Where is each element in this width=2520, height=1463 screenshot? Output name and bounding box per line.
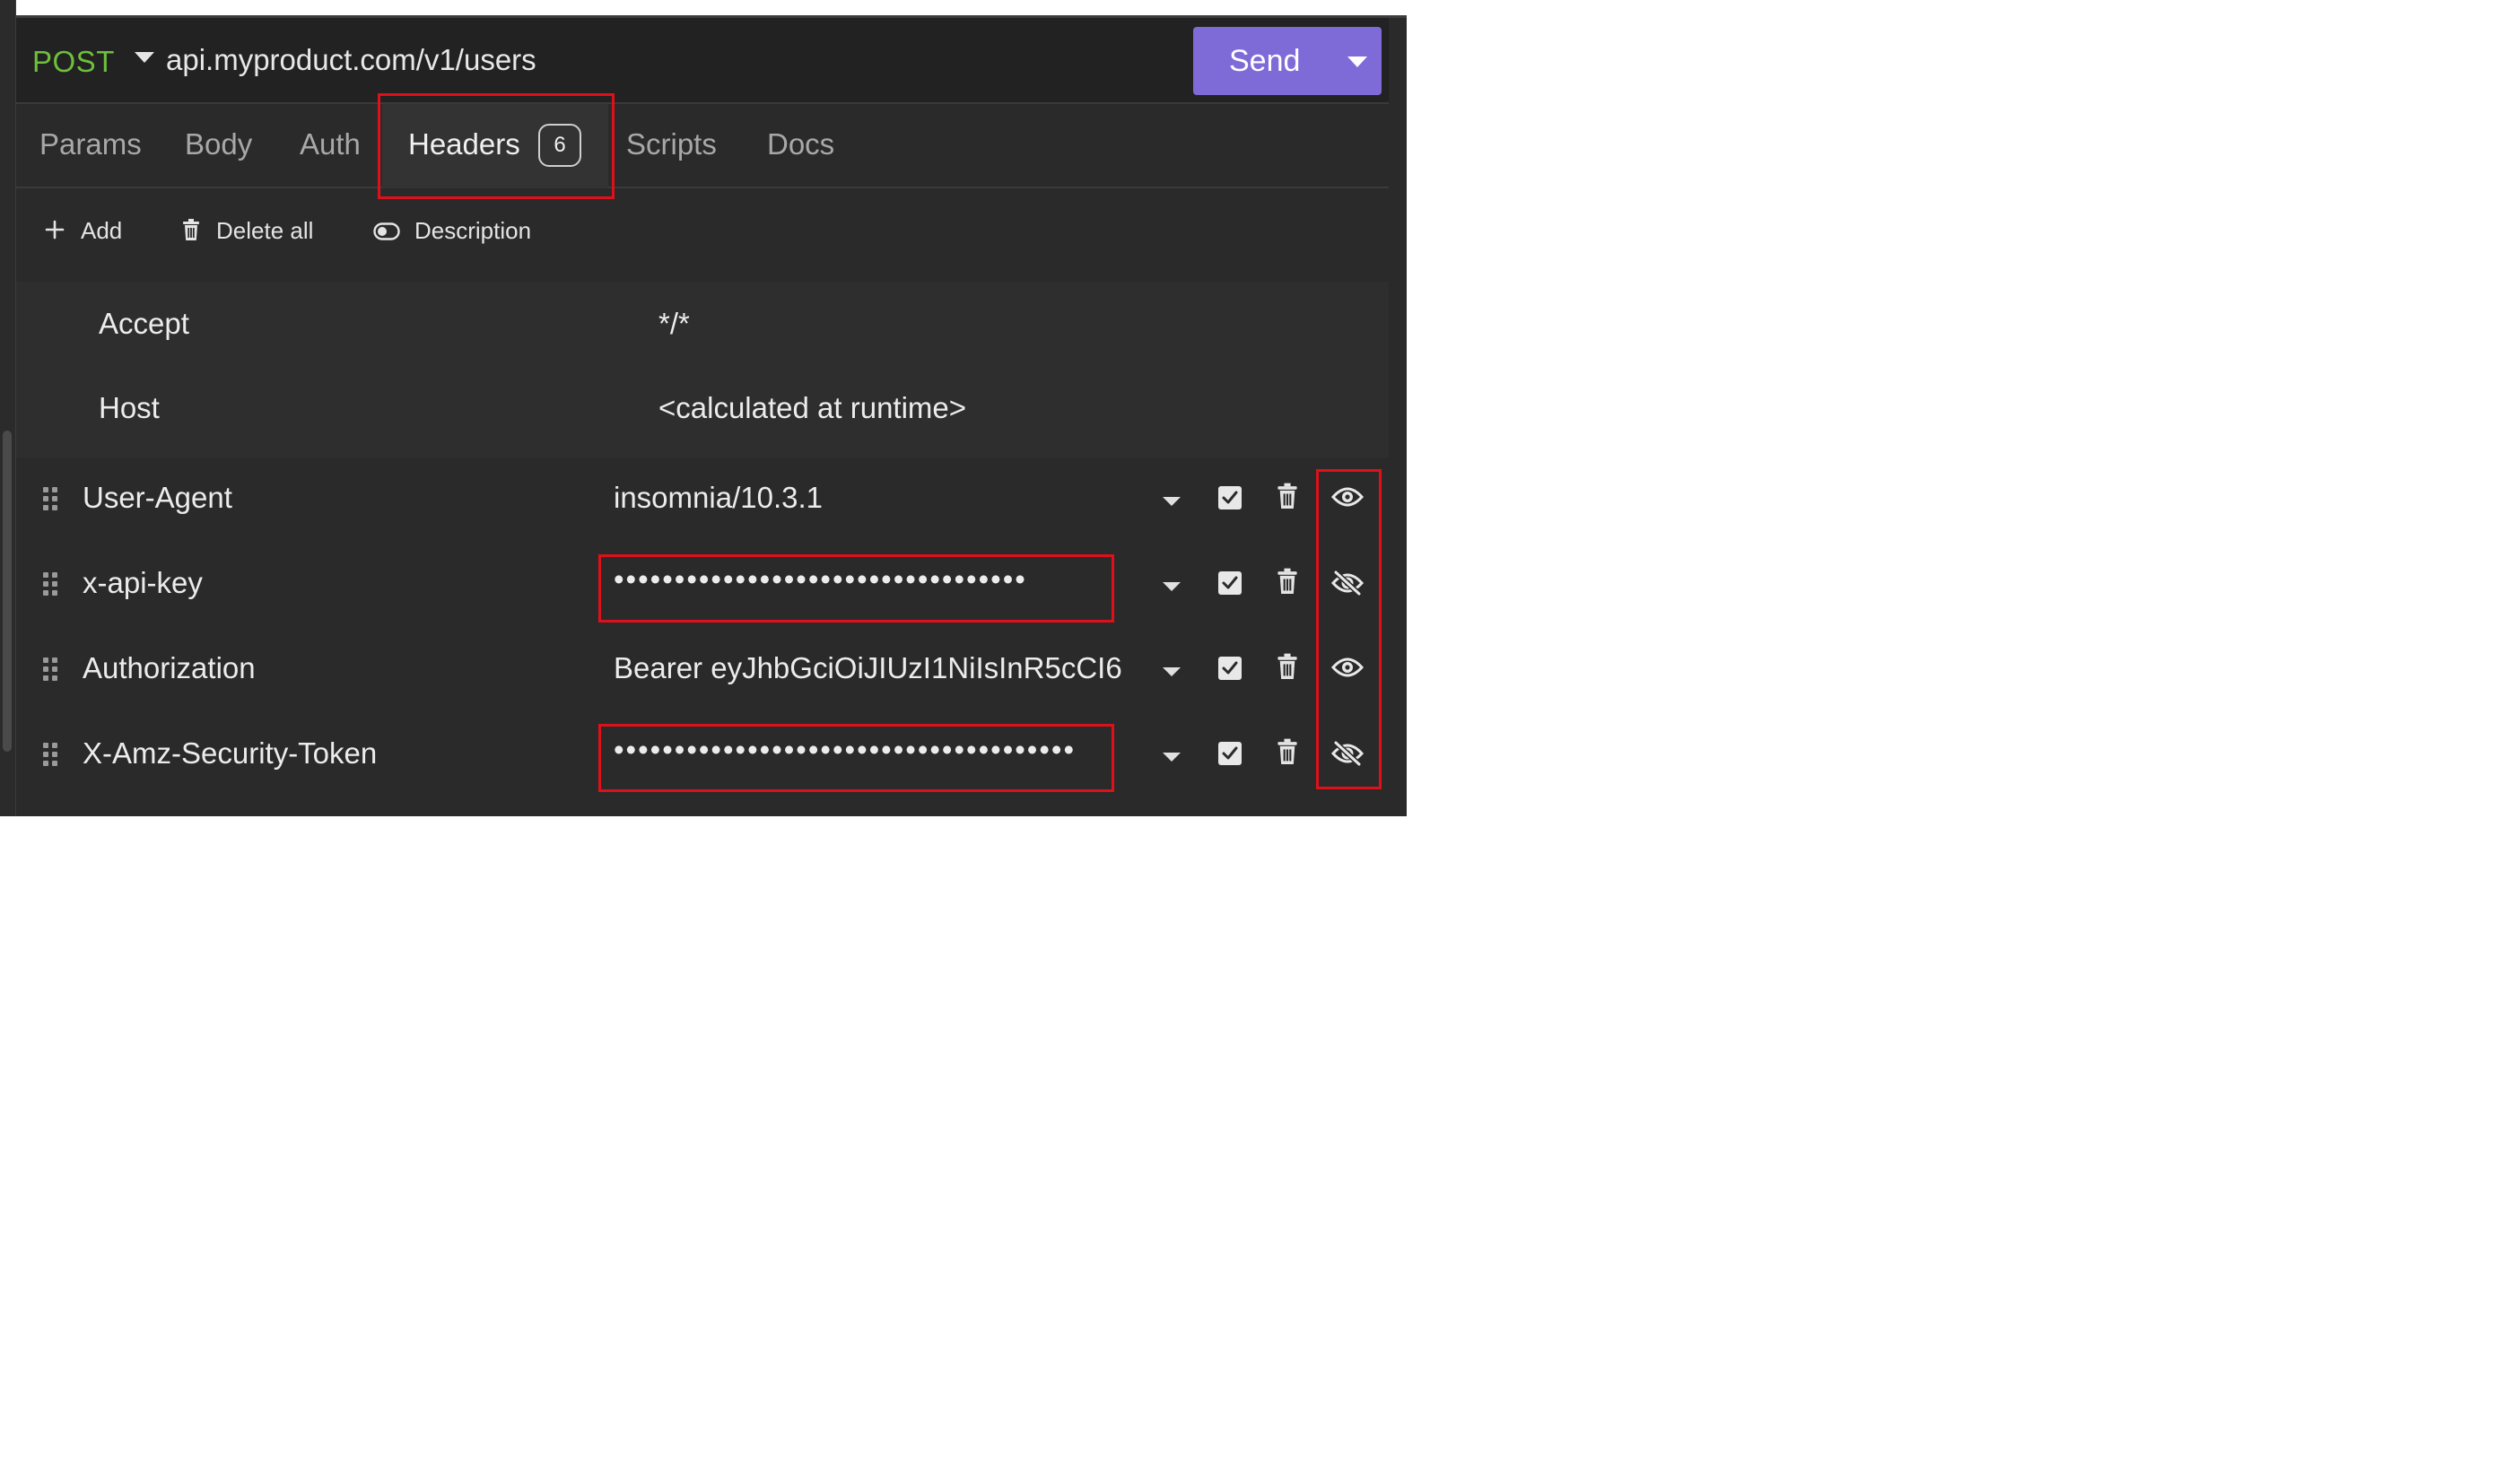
drag-handle-icon[interactable]	[43, 657, 57, 681]
eye-icon[interactable]	[1330, 655, 1365, 684]
tab-scripts[interactable]: Scripts	[626, 127, 717, 161]
enable-checkbox[interactable]	[1218, 742, 1242, 765]
readonly-header-value: <calculated at runtime>	[658, 391, 967, 424]
method-dropdown-caret-icon[interactable]	[135, 52, 154, 63]
header-value-input[interactable]: insomnia/10.3.1	[614, 481, 1130, 515]
header-value-masked-input[interactable]: ••••••••••••••••••••••••••••••••••	[614, 562, 1130, 597]
request-tabs: Params Body Auth Headers 6 Scripts Docs	[16, 104, 1389, 188]
send-button[interactable]: Send	[1193, 27, 1382, 95]
header-value-input[interactable]: Bearer eyJhbGciOiJIUzI1NiIsInR5cCI6	[614, 651, 1130, 685]
api-client-panel: POST api.myproduct.com/v1/users Send Par…	[0, 0, 1407, 816]
header-name-input[interactable]: User-Agent	[83, 481, 232, 515]
tab-headers[interactable]: Headers	[408, 127, 520, 161]
add-header-button[interactable]: Add	[81, 217, 122, 245]
value-type-caret-icon[interactable]	[1163, 582, 1181, 591]
header-row: User-Agent insomnia/10.3.1	[16, 457, 1389, 542]
description-toggle[interactable]: Description	[414, 217, 531, 245]
header-row: X-Amz-Security-Token •••••••••••••••••••…	[16, 713, 1389, 797]
header-row: Authorization Bearer eyJhbGciOiJIUzI1NiI…	[16, 628, 1389, 712]
drag-handle-icon[interactable]	[43, 487, 57, 510]
send-button-label: Send	[1229, 44, 1301, 78]
plus-icon[interactable]	[45, 220, 65, 244]
toggle-icon[interactable]	[373, 222, 400, 245]
header-value-masked-input[interactable]: ••••••••••••••••••••••••••••••••••••••	[614, 733, 1134, 767]
trash-icon[interactable]	[1276, 738, 1299, 771]
header-name-input[interactable]: x-api-key	[83, 566, 203, 600]
trash-icon[interactable]	[1276, 653, 1299, 686]
tab-body[interactable]: Body	[185, 127, 252, 161]
readonly-header-name: Host	[99, 391, 160, 424]
trash-icon[interactable]	[1276, 483, 1299, 516]
eye-off-icon[interactable]	[1330, 740, 1365, 771]
enable-checkbox[interactable]	[1218, 657, 1242, 680]
trash-icon[interactable]	[1276, 568, 1299, 601]
eye-icon[interactable]	[1330, 484, 1365, 514]
scrollbar-thumb[interactable]	[3, 431, 12, 752]
value-type-caret-icon[interactable]	[1163, 667, 1181, 676]
readonly-header-value: */*	[658, 307, 690, 340]
headers-toolbar: Add Delete all Description	[16, 188, 1389, 282]
auto-generated-headers: Accept */* Host <calculated at runtime>	[16, 282, 1389, 457]
header-name-input[interactable]: Authorization	[83, 651, 256, 685]
header-name-input[interactable]: X-Amz-Security-Token	[83, 736, 377, 771]
send-options-caret-icon[interactable]	[1347, 57, 1367, 67]
delete-all-button[interactable]: Delete all	[216, 217, 313, 245]
drag-handle-icon[interactable]	[43, 572, 57, 596]
request-bar: POST api.myproduct.com/v1/users Send	[16, 18, 1389, 104]
enable-checkbox[interactable]	[1218, 486, 1242, 509]
readonly-header-name: Accept	[99, 307, 189, 340]
tab-docs[interactable]: Docs	[767, 127, 834, 161]
trash-icon[interactable]	[181, 219, 201, 247]
url-input[interactable]: api.myproduct.com/v1/users	[166, 43, 536, 77]
value-type-caret-icon[interactable]	[1163, 497, 1181, 506]
header-row: x-api-key ••••••••••••••••••••••••••••••…	[16, 543, 1389, 627]
left-sidebar-strip	[0, 0, 16, 816]
tab-params[interactable]: Params	[39, 127, 142, 161]
tab-auth[interactable]: Auth	[300, 127, 361, 161]
eye-off-icon[interactable]	[1330, 570, 1365, 601]
method-label[interactable]: POST	[32, 45, 115, 79]
headers-table: User-Agent insomnia/10.3.1 x-api-key •••…	[16, 457, 1389, 816]
drag-handle-icon[interactable]	[43, 743, 57, 766]
value-type-caret-icon[interactable]	[1163, 753, 1181, 762]
enable-checkbox[interactable]	[1218, 571, 1242, 595]
top-frame	[0, 0, 1407, 18]
headers-count-badge: 6	[538, 124, 581, 167]
